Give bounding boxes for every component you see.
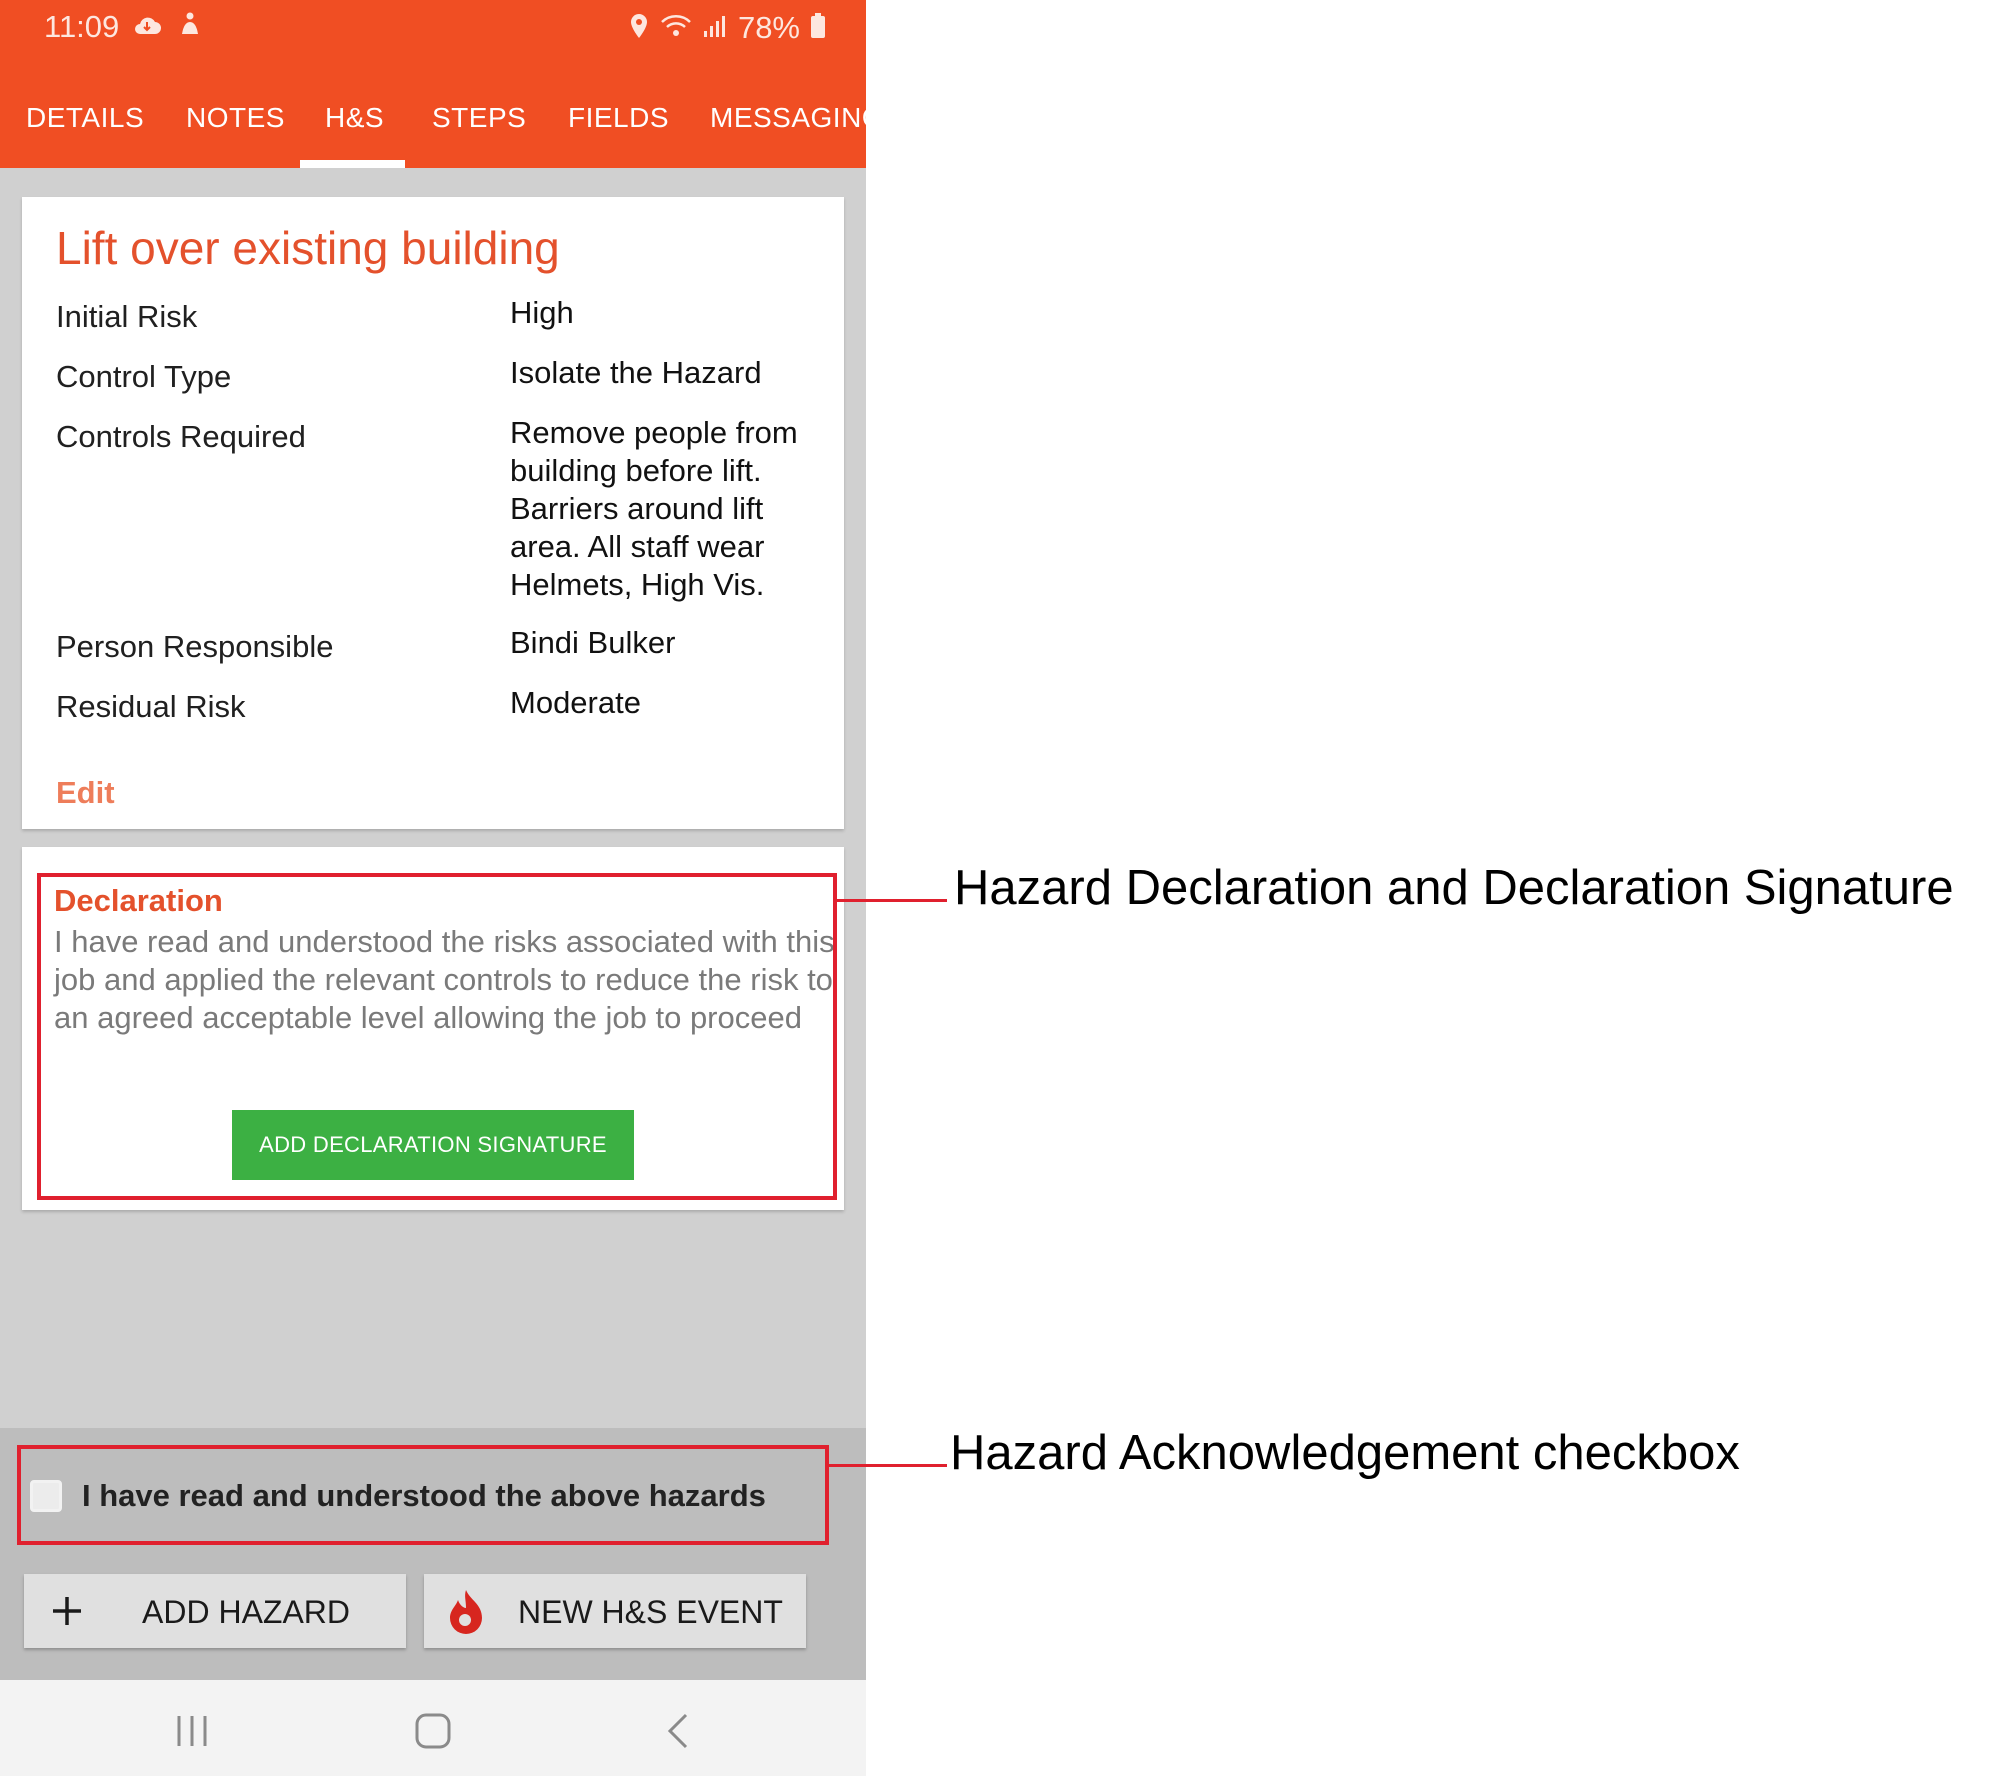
acknowledgement-highlight-box [17,1445,829,1545]
tab-fields[interactable]: FIELDS [568,56,669,168]
controls-required-label: Controls Required [56,419,306,454]
wifi-icon [660,13,692,44]
acknowledgement-callout-text: Hazard Acknowledgement checkbox [950,1426,1740,1480]
recent-apps-icon[interactable] [174,1714,210,1753]
acknowledgement-callout-line [829,1464,947,1467]
location-icon [628,12,650,45]
residual-risk-value: Moderate [510,685,641,720]
accessibility-icon [178,12,202,43]
flame-icon [446,1588,486,1639]
add-hazard-label: ADD HAZARD [142,1594,351,1630]
controls-required-value: Remove people from building before lift.… [510,415,798,602]
person-responsible-label: Person Responsible [56,629,334,664]
declaration-callout-line [837,899,947,902]
declaration-highlight-box [37,873,837,1200]
person-responsible-value: Bindi Bulker [510,625,676,660]
initial-risk-value: High [510,295,574,330]
tab-bar: DETAILS NOTES H&S STEPS FIELDS MESSAGING [0,56,866,168]
status-right-group: 78% [628,10,826,46]
tab-steps[interactable]: STEPS [432,56,526,168]
tab-details[interactable]: DETAILS [26,56,144,168]
control-type-value: Isolate the Hazard [510,355,762,390]
system-nav-bar [0,1680,866,1776]
status-time: 11:09 [44,9,120,44]
active-tab-indicator [300,160,405,168]
tab-hs[interactable]: H&S [325,56,384,168]
battery-icon [810,12,826,45]
initial-risk-label: Initial Risk [56,299,198,334]
add-hazard-button[interactable]: ADD HAZARD [24,1574,406,1648]
cloud-sync-icon [132,14,162,41]
hazard-title: Lift over existing building [56,222,560,274]
plus-icon [50,1594,84,1633]
residual-risk-label: Residual Risk [56,689,246,724]
control-type-label: Control Type [56,359,232,394]
edit-link[interactable]: Edit [56,775,115,811]
battery-percentage: 78% [737,10,800,45]
tab-notes[interactable]: NOTES [186,56,285,168]
new-hs-event-label: NEW H&S EVENT [518,1594,783,1630]
home-icon[interactable] [414,1712,452,1755]
signal-icon [702,13,728,44]
phone-screen: 11:09 78% DETAILS NOTES H&S STEPS FIELDS… [0,0,866,1776]
hazard-card: Lift over existing building Initial Risk… [22,197,844,829]
new-hs-event-button[interactable]: NEW H&S EVENT [424,1574,806,1648]
tab-messaging[interactable]: MESSAGING [710,56,866,168]
declaration-callout-text: Hazard Declaration and Declaration Signa… [954,861,1954,915]
back-icon[interactable] [666,1712,690,1755]
status-bar: 11:09 78% [0,0,866,56]
